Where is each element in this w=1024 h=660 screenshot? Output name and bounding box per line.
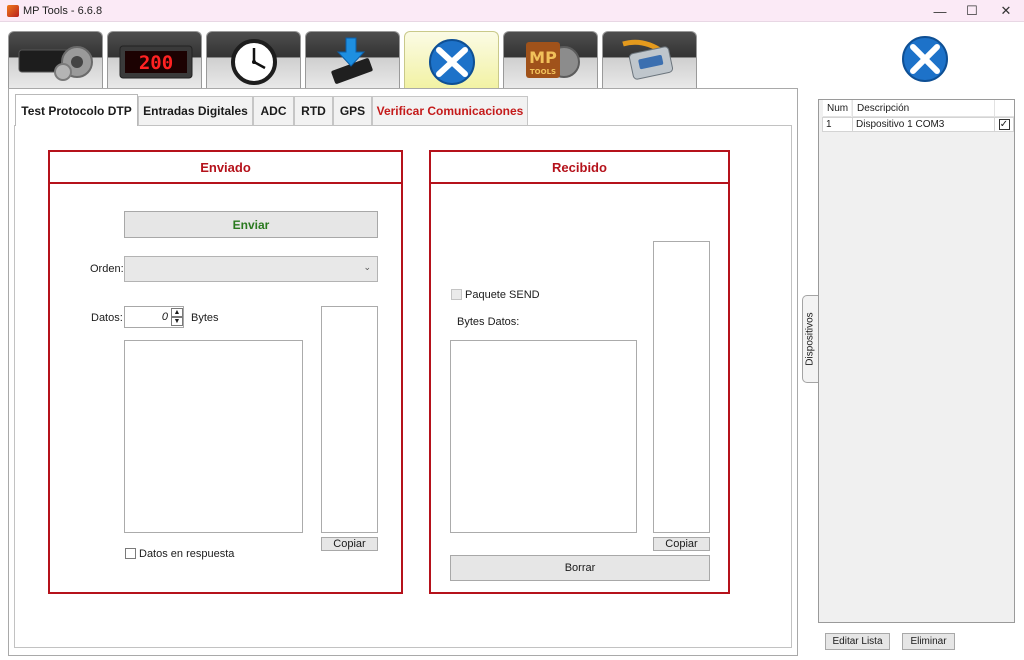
clear-button[interactable]: Borrar (450, 555, 710, 581)
paquete-send-label: Paquete SEND (465, 289, 540, 301)
enviado-copy-button[interactable]: Copiar (321, 537, 378, 551)
edit-list-button[interactable]: Editar Lista (825, 633, 890, 650)
tools-icon (429, 39, 475, 85)
bytes-label: Bytes (191, 312, 219, 324)
delete-button[interactable]: Eliminar (902, 633, 955, 650)
devices-list (818, 99, 1015, 623)
chevron-down-icon: ⌄ (363, 262, 371, 272)
datos-numeric-input[interactable]: 0 ▲ ▼ (124, 306, 184, 328)
tab-reloj[interactable] (206, 31, 301, 88)
recibido-title: Recibido (429, 150, 730, 184)
device-row-descripcion[interactable]: Dispositivo 1 COM3 (852, 117, 995, 132)
tab-configuracion[interactable] (8, 31, 103, 88)
device-checkbox[interactable]: ✓ (998, 119, 1010, 130)
stepper-up-icon[interactable]: ▲ (171, 308, 183, 317)
mp-tools-logo-icon: MP TOOLS (526, 42, 580, 78)
tab-adc[interactable]: ADC (253, 96, 294, 125)
column-header-num[interactable]: Num (823, 100, 851, 117)
orden-select[interactable]: ⌄ (124, 256, 378, 282)
device-row-check-cell[interactable]: ✓ (994, 117, 1014, 132)
paquete-send-checkbox[interactable] (451, 289, 462, 300)
enviado-hex-textarea[interactable] (321, 306, 378, 533)
tab-display[interactable]: 200 (107, 31, 202, 88)
minimize-button[interactable]: — (922, 0, 958, 22)
tab-entradas-digitales[interactable]: Entradas Digitales (138, 96, 253, 125)
bytes-datos-label: Bytes Datos: (457, 316, 520, 328)
title-bar (0, 0, 1024, 22)
tab-gps[interactable]: GPS (333, 96, 372, 125)
tab-firmware[interactable] (305, 31, 400, 88)
svg-text:MP: MP (529, 48, 557, 67)
app-icon (7, 5, 19, 17)
datos-label: Datos: (91, 312, 123, 324)
header-tools-icon (902, 36, 948, 82)
svg-text:200: 200 (139, 52, 173, 74)
datos-en-respuesta-label: Datos en respuesta (139, 548, 235, 560)
close-button[interactable]: ✕ (988, 0, 1024, 22)
chip-download-icon (331, 37, 373, 84)
tab-comunicaciones[interactable] (602, 31, 697, 88)
column-header-check (994, 100, 1014, 117)
send-button[interactable]: Enviar (124, 211, 378, 238)
svg-text:TOOLS: TOOLS (530, 68, 556, 76)
device-row-num[interactable]: 1 (822, 117, 853, 132)
tab-rtd[interactable]: RTD (294, 96, 333, 125)
window-title: MP Tools - 6.6.8 (23, 5, 103, 17)
datos-value: 0 (161, 311, 168, 323)
datos-en-respuesta-checkbox[interactable] (125, 548, 136, 559)
tab-mp-tools[interactable]: MP TOOLS (503, 31, 598, 88)
recibido-copy-button[interactable]: Copiar (653, 537, 710, 551)
tab-verificar-comunicaciones[interactable]: Verificar Comunicaciones (372, 96, 528, 125)
datos-textarea[interactable] (124, 340, 303, 533)
clock-icon (231, 39, 277, 85)
gear-panel-icon (18, 46, 93, 81)
recibido-datos-textarea[interactable] (450, 340, 637, 533)
enviado-title: Enviado (48, 150, 403, 184)
tab-herramientas[interactable] (404, 31, 499, 88)
recibido-hex-textarea[interactable] (653, 241, 710, 533)
dispositivos-side-tab-label: Dispositivos (804, 312, 816, 366)
column-header-descripcion[interactable]: Descripción (852, 100, 994, 117)
tab-test-protocolo-dtp[interactable]: Test Protocolo DTP (15, 94, 138, 126)
serial-cable-icon (622, 39, 674, 80)
led-display-icon: 200 (119, 45, 193, 79)
maximize-button[interactable]: ☐ (954, 0, 990, 22)
stepper-down-icon[interactable]: ▼ (171, 317, 183, 326)
orden-label: Orden: (90, 263, 124, 275)
